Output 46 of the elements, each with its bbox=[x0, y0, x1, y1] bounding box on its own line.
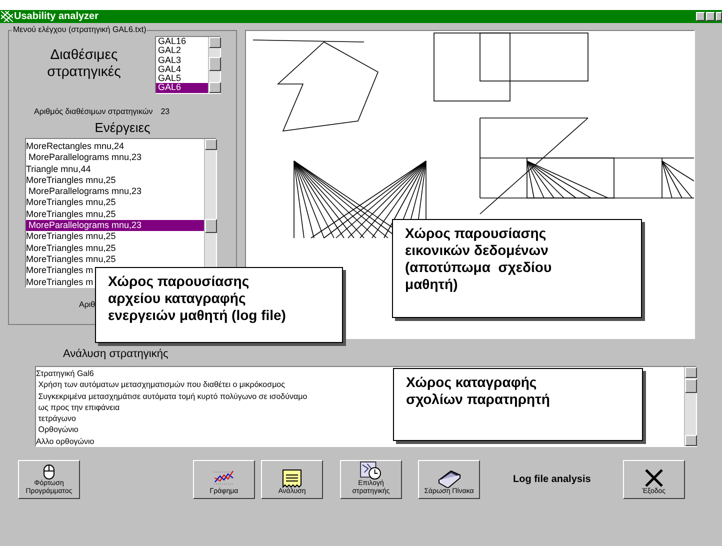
action-item[interactable]: Triangle mnu,44 bbox=[26, 164, 204, 175]
maximize-button[interactable] bbox=[706, 12, 715, 21]
mouse-icon bbox=[43, 464, 55, 480]
actions-label: Ενέργειες bbox=[94, 120, 150, 136]
count-label-partial: Αριθ bbox=[79, 299, 96, 311]
action-item[interactable]: MoreParallelograms mnu,23 bbox=[26, 152, 204, 164]
strategy-item[interactable]: GAL16 bbox=[156, 37, 208, 46]
action-item[interactable]: MoreTriangles mnu,25 bbox=[26, 242, 204, 254]
strategy-item[interactable]: GAL6 bbox=[156, 83, 208, 93]
count-label: Αριθμός διαθέσιμων στρατηγικών bbox=[34, 106, 153, 118]
clock-icon bbox=[359, 461, 383, 480]
minimize-button[interactable] bbox=[696, 12, 705, 21]
analysis-line: Συγκεκριμένα μετασχημάτισε αυτόματα τομή κυρτό πολύγωνο σε ισοδύναμο bbox=[37, 390, 308, 402]
count-value: 23 bbox=[160, 106, 170, 118]
action-item[interactable]: MoreTriangles mnu,25 bbox=[26, 174, 204, 186]
close-icon bbox=[644, 468, 664, 488]
annotation-tooltip: Χώρος καταγραφής σχολίων παρατηρητή bbox=[393, 368, 643, 441]
close-button[interactable] bbox=[716, 12, 722, 21]
action-item[interactable]: MoreTriangles mnu,25 bbox=[26, 254, 204, 266]
action-item[interactable]: MoreTriangles mnu,25 bbox=[26, 231, 204, 243]
scroll-bar[interactable] bbox=[684, 367, 696, 446]
group-title: Μενού ελέγχου (στρατηγική GAL6.txt) bbox=[12, 24, 148, 36]
action-item[interactable]: MoreTriangles mnu,25 bbox=[26, 208, 204, 220]
note-icon bbox=[281, 468, 303, 488]
action-item[interactable]: MoreTriangles mnu,25 bbox=[26, 197, 204, 209]
annotation-tooltip: Χώρος παρουσίασης εικονικών δεδομένων (αποτύπωμα σχεδίου μαθητή) bbox=[392, 219, 642, 318]
analysis-line: ως προς την επιφάνεια bbox=[37, 402, 120, 414]
scroll-bar[interactable] bbox=[208, 37, 220, 93]
analysis-line: Αλλο ορθογώνιο bbox=[36, 436, 94, 448]
analysis-line: Στρατηγική Gal6 bbox=[36, 368, 94, 380]
analysis-label: Ανάλυση στρατηγικής bbox=[63, 346, 168, 362]
scanner-icon bbox=[436, 468, 462, 488]
action-item[interactable]: MoreParallelograms mnu,23 bbox=[26, 220, 204, 232]
strategy-item[interactable]: GAL4 bbox=[156, 64, 208, 74]
action-item[interactable]: MoreRectangles mnu,24 bbox=[26, 141, 204, 152]
analysis-line: Ορθογώνιο bbox=[37, 424, 78, 436]
strategy-item[interactable]: GAL3 bbox=[156, 56, 208, 65]
strategy-item[interactable]: GAL5 bbox=[156, 74, 208, 84]
status-text: Log file analysis bbox=[513, 473, 591, 487]
window-title: Usability analyzer bbox=[14, 12, 98, 22]
strategy-item[interactable]: GAL2 bbox=[156, 46, 208, 56]
analysis-line: Χρήση των αυτόματων μετασχηματισμών που διαθέτει ο μικρόκοσμος bbox=[37, 379, 285, 391]
strategies-label: Διαθέσιμες στρατηγικές bbox=[46, 46, 122, 81]
action-item[interactable]: MoreParallelograms mnu,23 bbox=[26, 186, 204, 198]
analysis-line: τετράγωνο bbox=[37, 413, 76, 424]
annotation-tooltip: Χώρος παρουσίασης αρχείου καταγραφής ενεργειών μαθητή (log file) bbox=[95, 267, 343, 343]
